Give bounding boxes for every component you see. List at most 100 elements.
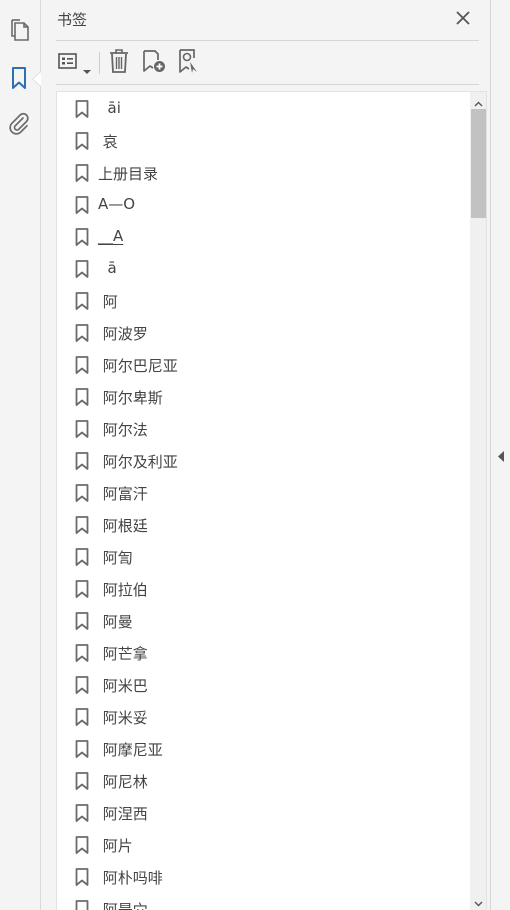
vertical-scrollbar[interactable] (470, 92, 486, 910)
bookmark-label: 阿米巴 (98, 677, 148, 695)
bookmark-item[interactable]: __A (57, 220, 469, 252)
new-bookmark-button[interactable] (141, 48, 167, 78)
bookmark-item[interactable]: 阿尔及利亚 (57, 444, 469, 476)
bookmark-icon (75, 772, 89, 790)
bookmark-label: 阿米妥 (98, 709, 148, 727)
panel-title: 书签 (57, 11, 88, 29)
bookmark-icon (75, 900, 89, 910)
collapse-panel-button[interactable] (495, 448, 507, 464)
bookmark-item[interactable]: 阿米妥 (57, 700, 469, 732)
bookmark-icon (75, 708, 89, 726)
bookmark-item[interactable]: 阿芒拿 (57, 636, 469, 668)
bookmark-label: 阿尔法 (98, 421, 148, 439)
active-panel-pointer (33, 72, 41, 86)
scroll-down-button[interactable] (470, 892, 486, 910)
bookmark-item[interactable]: 阿尼林 (57, 764, 469, 796)
chevron-down-icon (474, 892, 483, 910)
delete-bookmark-button[interactable] (106, 48, 132, 78)
bookmark-icon (75, 228, 89, 246)
bookmark-icon (75, 548, 89, 566)
bookmark-item[interactable]: āi (57, 92, 469, 124)
bookmark-icon (75, 836, 89, 854)
bookmark-icon (75, 132, 89, 150)
bookmark-item[interactable]: 阿尔法 (57, 412, 469, 444)
attachment-icon (7, 111, 31, 139)
bookmark-label: __A (98, 227, 124, 245)
bookmark-item[interactable]: 阿根廷 (57, 508, 469, 540)
bookmark-item[interactable]: 阿尔巴尼亚 (57, 348, 469, 380)
bookmark-item[interactable]: 阿曼 (57, 604, 469, 636)
toolbar-divider (56, 84, 479, 85)
bookmark-label: 阿尔巴尼亚 (98, 357, 178, 375)
bookmark-label: 阿朴吗啡 (98, 869, 163, 887)
bookmark-list-container: āi 哀上册目录 A—O __A ā 阿 阿波罗 阿尔巴尼亚 阿尔卑斯 阿尔法 阿尔… (56, 91, 487, 910)
title-divider (56, 40, 479, 41)
attachments-button[interactable] (5, 111, 33, 139)
bookmark-icon (75, 420, 89, 438)
bookmark-item[interactable]: 阿 (57, 284, 469, 316)
bookmark-icon (75, 580, 89, 598)
bookmark-icon (75, 196, 89, 214)
bookmark-icon (75, 324, 89, 342)
bookmark-label: 阿涅西 (98, 805, 148, 823)
bookmark-label: 阿片 (98, 837, 133, 855)
bookmark-item[interactable]: 阿摩尼亚 (57, 732, 469, 764)
bookmarks-panel: 书签 āi 哀 上册目录 A—O __A ā 阿 阿波罗 阿尔巴尼亚 阿尔卑斯 … (42, 0, 490, 910)
bookmark-label: 阿尔及利亚 (98, 453, 178, 471)
bookmark-label: 阿芒拿 (98, 645, 148, 663)
bookmark-item[interactable]: ā (57, 252, 469, 284)
bookmark-icon (75, 612, 89, 630)
bookmark-label: āi (98, 99, 121, 117)
bookmark-item[interactable]: 阿朴吗啡 (57, 860, 469, 892)
bookmark-icon (75, 868, 89, 886)
bookmarks-panel-button[interactable] (5, 66, 33, 94)
bookmark-item[interactable]: 阿拉伯 (57, 572, 469, 604)
bookmark-icon (75, 740, 89, 758)
bookmark-label: 阿富汗 (98, 485, 148, 503)
bookmark-icon (75, 388, 89, 406)
bookmark-item[interactable]: 哀 (57, 124, 469, 156)
bookmark-item[interactable]: 上册目录 (57, 156, 469, 188)
bookmark-icon (75, 452, 89, 470)
options-menu-button[interactable] (56, 48, 94, 78)
bookmark-label: 阿根廷 (98, 517, 148, 535)
bookmark-label: 阿波罗 (98, 325, 148, 343)
bookmark-item[interactable]: A—O (57, 188, 469, 220)
bookmark-item[interactable]: 阿涅西 (57, 796, 469, 828)
bookmark-item[interactable]: 阿片 (57, 828, 469, 860)
bookmark-icon (75, 516, 89, 534)
bookmark-icon (75, 484, 89, 502)
toolbar-separator (99, 52, 100, 74)
bookmark-icon (75, 100, 89, 118)
bookmark-item[interactable]: 阿波罗 (57, 316, 469, 348)
bookmark-label: 哀 (98, 133, 118, 151)
find-bookmark-button[interactable] (176, 48, 202, 78)
bookmark-icon (75, 676, 89, 694)
bookmarks-window: 书签 āi 哀 上册目录 A—O __A ā 阿 阿波罗 阿尔巴尼亚 阿尔卑斯 … (0, 0, 510, 910)
scroll-up-button[interactable] (470, 92, 486, 111)
find-bookmark-icon (176, 48, 202, 78)
scrollbar-thumb[interactable] (471, 109, 486, 218)
bookmark-item[interactable]: 阿尔卑斯 (57, 380, 469, 412)
navigation-rail (0, 0, 41, 910)
bookmark-item[interactable]: 阿是穴 (57, 892, 469, 910)
close-panel-button[interactable] (453, 9, 473, 29)
bookmark-label: 阿拉伯 (98, 581, 148, 599)
page-thumbnails-button[interactable] (5, 18, 33, 46)
bookmark-label: 阿摩尼亚 (98, 741, 163, 759)
bookmark-label: 阿 (98, 293, 118, 311)
bookmark-icon (75, 260, 89, 278)
close-icon (456, 10, 470, 29)
bookmark-label: 上册目录 (98, 165, 159, 183)
bookmark-item[interactable]: 阿米巴 (57, 668, 469, 700)
bookmark-label: 阿曼 (98, 613, 133, 631)
bookmark-item[interactable]: 阿訇 (57, 540, 469, 572)
trash-icon (108, 48, 130, 78)
bookmark-icon (75, 356, 89, 374)
chevron-up-icon (474, 92, 483, 111)
bookmark-label: A—O (98, 195, 136, 213)
bookmark-icon (75, 644, 89, 662)
bookmark-icon (75, 292, 89, 310)
document-pane-edge (490, 0, 510, 910)
bookmark-item[interactable]: 阿富汗 (57, 476, 469, 508)
